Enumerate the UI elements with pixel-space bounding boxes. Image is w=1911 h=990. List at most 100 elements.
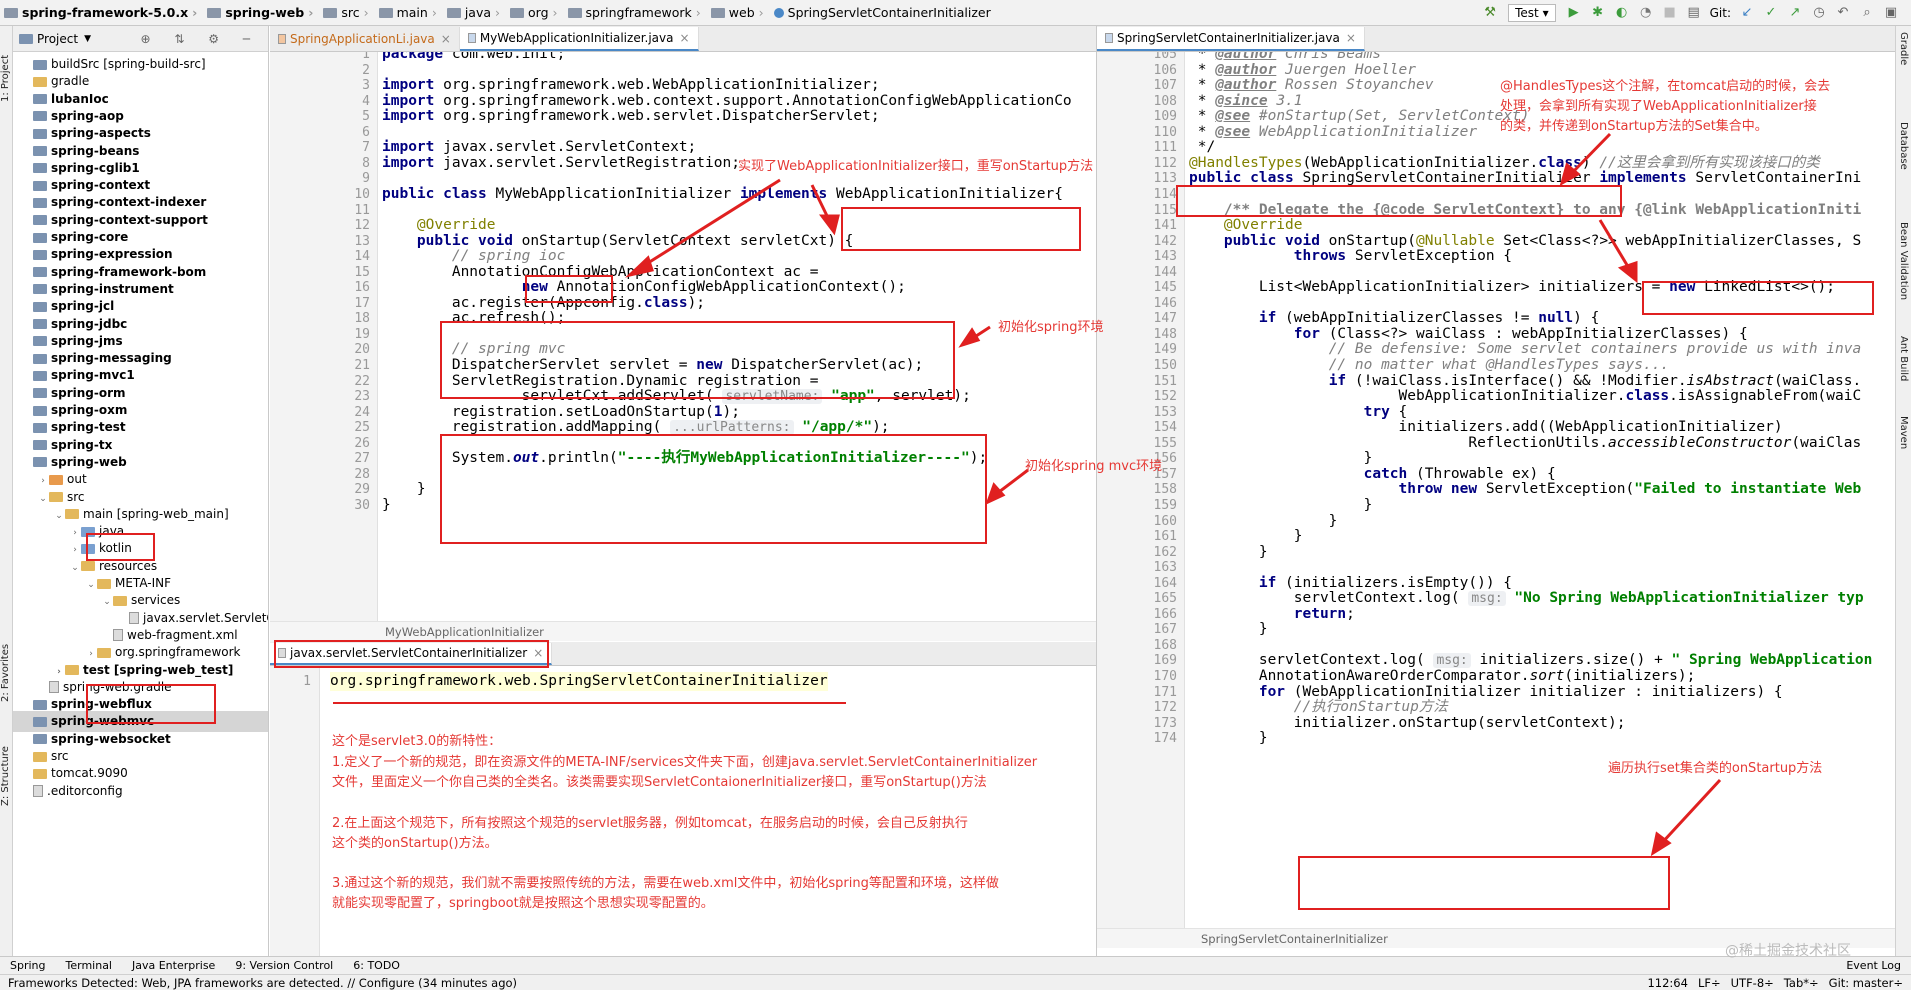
profile-icon[interactable]: ◔: [1637, 4, 1655, 22]
line-number: 171: [1153, 684, 1177, 700]
breadcrumb-item[interactable]: java ›: [443, 5, 506, 20]
window-icon[interactable]: ▣: [1882, 4, 1900, 22]
right-tool-tab[interactable]: Gradle: [1898, 32, 1909, 65]
debug-icon[interactable]: ✱: [1589, 4, 1607, 22]
breadcrumb-item[interactable]: src ›: [319, 5, 374, 20]
breadcrumb-item[interactable]: spring-web ›: [203, 5, 319, 20]
breadcrumb-label: web: [728, 5, 755, 20]
folder-icon: [33, 751, 47, 762]
breadcrumb-item[interactable]: springframework ›: [564, 5, 707, 20]
code-line[interactable]: import javax.servlet.ServletRegistration…: [382, 154, 740, 173]
coverage-icon[interactable]: ◐: [1613, 4, 1631, 22]
history-icon[interactable]: ◷: [1810, 4, 1828, 22]
bottom-tool-tab[interactable]: Terminal: [56, 959, 123, 972]
project-structure-icon[interactable]: ▤: [1685, 4, 1703, 22]
folder-icon: [567, 7, 582, 18]
tab-label: SpringServletContainerInitializer.java: [1117, 31, 1340, 45]
favorites-tool-tab[interactable]: 2: Favorites: [0, 622, 13, 702]
vcs-push-icon[interactable]: ↗: [1786, 4, 1804, 22]
file-encoding[interactable]: UTF-8÷: [1731, 976, 1774, 990]
stop-icon[interactable]: ■: [1661, 4, 1679, 22]
line-number: 159: [1153, 497, 1177, 513]
line-number: 153: [1153, 404, 1177, 420]
code-line[interactable]: }: [1189, 729, 1268, 748]
chevron-right-icon: ›: [758, 5, 764, 20]
line-number: 144: [1153, 264, 1177, 280]
right-tool-tab[interactable]: Ant Build: [1898, 336, 1909, 381]
code-line[interactable]: import org.springframework.web.servlet.D…: [382, 107, 880, 126]
search-icon[interactable]: ⌕: [1858, 4, 1876, 22]
tree-item-label: spring-oxm: [51, 403, 128, 417]
code-line[interactable]: package com.web.init;: [382, 52, 565, 64]
right-editor[interactable]: 105 * @author Chris Beams 106 * @author J…: [1097, 52, 1895, 932]
bottom-tool-tab[interactable]: Spring: [0, 959, 56, 972]
line-number: 142: [1153, 233, 1177, 249]
right-tool-tab[interactable]: Maven: [1898, 416, 1909, 449]
breadcrumb-item[interactable]: SpringServletContainerInitializer: [770, 5, 997, 20]
run-config-select[interactable]: Test ▾: [1508, 3, 1556, 22]
left-editor-breadcrumb[interactable]: MyWebApplicationInitializer: [385, 625, 544, 639]
tree-item-label: spring-aop: [51, 108, 124, 123]
tree-item[interactable]: .editorconfig: [13, 781, 268, 802]
status-bar: Frameworks Detected: Web, JPA frameworks…: [0, 974, 1911, 990]
close-icon[interactable]: ×: [441, 32, 451, 46]
chevron-down-icon: ▾: [1538, 5, 1549, 20]
code-line[interactable]: * @see WebApplicationInitializer: [1189, 123, 1477, 142]
git-branch[interactable]: Git: master÷: [1829, 976, 1903, 990]
code-line[interactable]: }: [382, 496, 391, 515]
vcs-commit-icon[interactable]: ✓: [1762, 4, 1780, 22]
chevron-down-icon[interactable]: ▼: [84, 34, 91, 44]
breadcrumb-item[interactable]: web ›: [707, 5, 770, 20]
vcs-update-icon[interactable]: ↙: [1738, 4, 1756, 22]
revert-icon[interactable]: ↶: [1834, 4, 1852, 22]
box-interface: [841, 207, 1081, 251]
line-number: 172: [1153, 700, 1177, 716]
module-icon: [33, 197, 47, 208]
breadcrumb-item[interactable]: spring-framework-5.0.x ›: [0, 5, 203, 20]
line-number: 7: [362, 140, 370, 156]
project-tool-tab[interactable]: 1: Project: [0, 32, 13, 102]
indent-setting[interactable]: Tab*÷: [1784, 976, 1819, 990]
tab-spring-servlet-container-initializer[interactable]: SpringServletContainerInitializer.java ×: [1097, 27, 1365, 51]
right-tool-tab[interactable]: Bean Validation: [1898, 222, 1909, 300]
editor-tab[interactable]: MyWebApplicationInitializer.java ×: [459, 27, 699, 51]
bottom-tool-tab[interactable]: 9: Version Control: [225, 959, 343, 972]
line-number: 158: [1153, 482, 1177, 498]
folder-icon: [710, 7, 725, 18]
structure-tool-tab[interactable]: Z: Structure: [0, 726, 13, 806]
right-editor-breadcrumb[interactable]: SpringServletContainerInitializer: [1201, 932, 1388, 946]
status-message[interactable]: Frameworks Detected: Web, JPA frameworks…: [8, 976, 517, 990]
code-line[interactable]: throws ServletException {: [1189, 247, 1512, 266]
line-separator[interactable]: LF÷: [1698, 976, 1721, 990]
bottom-editor[interactable]: 1 org.springframework.web.SpringServletC…: [270, 666, 1096, 956]
project-panel-title[interactable]: Project: [37, 32, 78, 46]
module-icon: [33, 422, 47, 433]
run-icon[interactable]: ▶: [1565, 4, 1583, 22]
tree-item-label: spring-websocket: [51, 731, 171, 746]
breadcrumb-item[interactable]: main ›: [375, 5, 443, 20]
bottom-tool-tab[interactable]: Java Enterprise: [122, 959, 225, 972]
close-icon[interactable]: ×: [1346, 31, 1356, 45]
code-line[interactable]: }: [1189, 620, 1268, 639]
close-icon[interactable]: ×: [680, 31, 690, 45]
chevron-right-icon: ›: [308, 5, 314, 20]
editor-tab[interactable]: SpringApplicationLi.java ×: [270, 27, 460, 51]
module-icon: [33, 388, 47, 399]
box-spring-web: [86, 533, 155, 561]
bottom-tool-tab[interactable]: 6: TODO: [343, 959, 410, 972]
breadcrumb-item[interactable]: org ›: [506, 5, 564, 20]
right-tool-tab[interactable]: Database: [1898, 122, 1909, 170]
module-icon: [33, 440, 47, 451]
box-onstartup: [525, 275, 613, 303]
line-number: 162: [1153, 544, 1177, 560]
code-line[interactable]: }: [1189, 543, 1268, 562]
editor-divider[interactable]: [1096, 26, 1097, 956]
line-number: 106: [1153, 62, 1177, 78]
event-log-tab[interactable]: Event Log: [1836, 959, 1911, 972]
tree-item-label: web-fragment.xml: [127, 627, 238, 642]
caret-position[interactable]: 112:64: [1647, 976, 1687, 990]
service-file-content[interactable]: org.springframework.web.SpringServletCon…: [330, 672, 828, 691]
code-line[interactable]: public class MyWebApplicationInitializer…: [382, 185, 1063, 204]
build-icon[interactable]: ⚒: [1481, 4, 1499, 22]
panel-actions[interactable]: ⊕ ⇅ ⚙ ─: [140, 32, 260, 46]
